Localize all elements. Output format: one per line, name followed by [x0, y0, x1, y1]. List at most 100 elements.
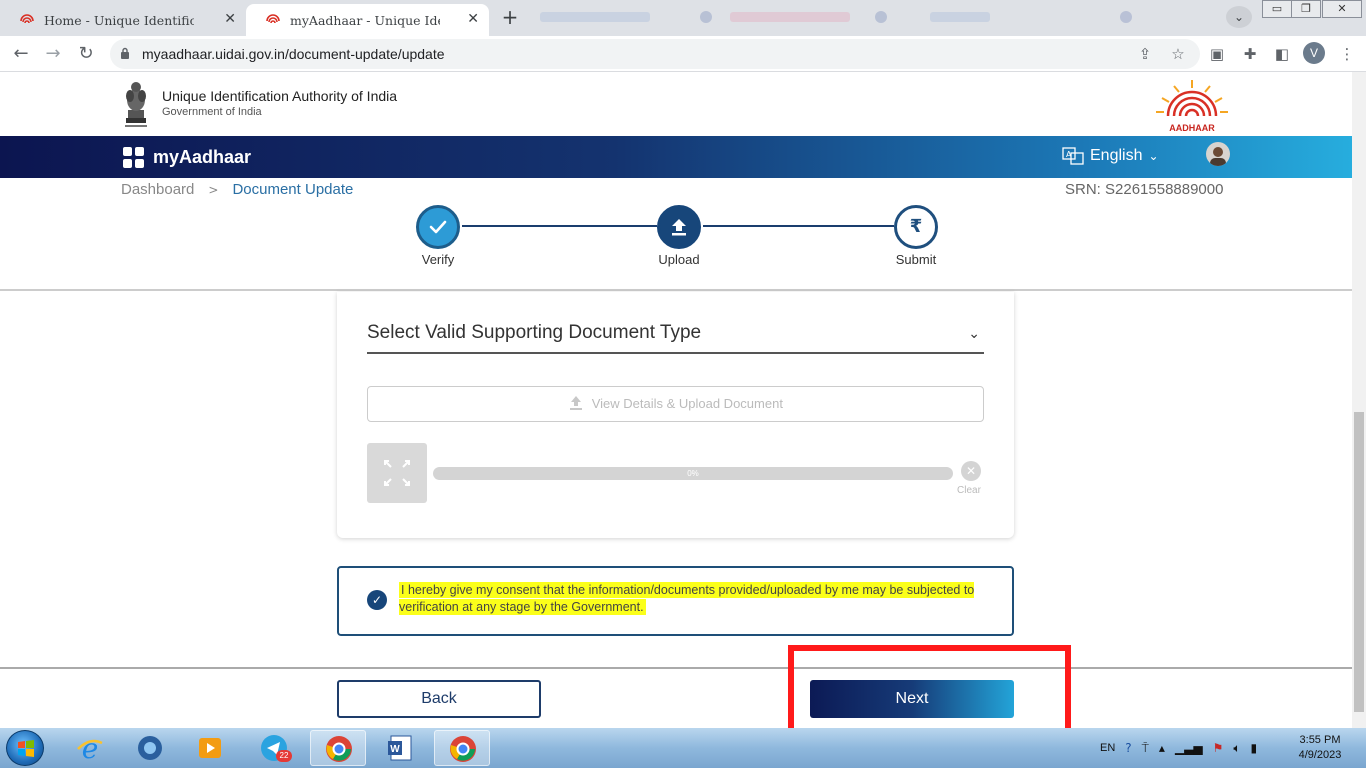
language-label: English: [1090, 147, 1143, 164]
tab-myaadhaar[interactable]: myAadhaar - Unique Identificatio ✕: [246, 4, 489, 36]
show-hidden-icons-icon[interactable]: ▴: [1159, 741, 1165, 755]
address-bar[interactable]: myaadhaar.uidai.gov.in/document-update/u…: [110, 39, 1200, 69]
stepper-connector: [462, 225, 657, 227]
svg-text:A: A: [1066, 150, 1072, 159]
taskbar-media-center[interactable]: [122, 730, 178, 766]
bookmark-star-icon[interactable]: ☆: [1168, 44, 1188, 64]
consent-text: I hereby give my consent that the inform…: [399, 582, 989, 616]
start-button[interactable]: [6, 730, 44, 766]
upload-document-button[interactable]: View Details & Upload Document: [367, 386, 984, 422]
upload-button-label: View Details & Upload Document: [591, 396, 783, 411]
system-clock[interactable]: 3:55 PM 4/9/2023: [1290, 733, 1350, 763]
breadcrumb-dashboard[interactable]: Dashboard: [121, 181, 194, 198]
app-bar: myAadhaar A English ⌄: [0, 136, 1366, 178]
share-icon[interactable]: ⇪: [1135, 44, 1155, 64]
taskbar-word[interactable]: W: [372, 730, 428, 766]
screenshot-extension-icon[interactable]: ▣: [1207, 44, 1227, 64]
aadhaar-logo-text: AADHAAR: [1169, 123, 1215, 133]
windows-logo-icon: [18, 740, 34, 757]
consent-box: ✓ I hereby give my consent that the info…: [337, 566, 1014, 636]
service-request-number: SRN: S2261558889000: [1065, 181, 1224, 198]
section-divider: [0, 289, 1352, 291]
word-icon: W: [388, 735, 412, 761]
usb-icon[interactable]: ⍑: [1142, 741, 1149, 756]
document-type-select[interactable]: Select Valid Supporting Document Type ⌄: [367, 320, 984, 354]
chevron-right-icon: >: [208, 182, 219, 197]
step-submit: ₹: [894, 205, 938, 249]
chrome-icon: [326, 736, 352, 762]
step-label-submit: Submit: [895, 252, 937, 267]
chevron-down-icon: ⌄: [968, 326, 980, 342]
extensions-puzzle-icon[interactable]: ✚: [1240, 44, 1260, 64]
translate-icon: A: [1062, 147, 1084, 165]
clear-icon[interactable]: ✕: [961, 461, 981, 481]
forward-arrow-icon[interactable]: →: [40, 41, 66, 67]
internet-explorer-icon: e: [77, 733, 103, 763]
rupee-icon: ₹: [909, 216, 923, 237]
step-verify: [416, 205, 460, 249]
action-center-flag-icon[interactable]: ⚑: [1213, 741, 1224, 755]
clock-date: 4/9/2023: [1298, 749, 1342, 761]
breadcrumb-document-update: Document Update: [232, 181, 354, 198]
consent-checkbox[interactable]: ✓: [367, 590, 387, 610]
scrollbar-thumb[interactable]: [1354, 412, 1364, 712]
browser-tab-strip: Home - Unique Identification Au ✕ myAadh…: [0, 0, 1366, 36]
taskbar-chrome[interactable]: [310, 730, 366, 766]
notification-badge: 22: [276, 750, 292, 762]
taskbar-internet-explorer[interactable]: e: [62, 730, 118, 766]
side-panel-icon[interactable]: ◧: [1272, 44, 1292, 64]
document-preview-thumbnail: [367, 443, 427, 503]
signal-icon[interactable]: ▁▃▅: [1175, 741, 1203, 755]
browser-toolbar: ← → ↻ myaadhaar.uidai.gov.in/document-up…: [0, 36, 1366, 72]
media-player-icon: [199, 738, 221, 758]
tab-home[interactable]: Home - Unique Identification Au ✕: [0, 4, 246, 36]
aadhaar-fingerprint-icon: [20, 14, 34, 24]
background-tabs: [530, 8, 1190, 28]
restore-icon[interactable]: ❐: [1291, 0, 1321, 18]
input-language[interactable]: EN: [1100, 742, 1115, 754]
clear-label[interactable]: Clear: [957, 485, 981, 496]
national-emblem-icon: [125, 82, 147, 127]
stepper-connector: [703, 225, 894, 227]
battery-icon[interactable]: ▮: [1251, 741, 1258, 755]
gov-name: Government of India: [162, 106, 262, 118]
more-menu-icon[interactable]: ⋮: [1337, 44, 1357, 64]
org-name: Unique Identification Authority of India: [162, 88, 398, 104]
profile-avatar[interactable]: V: [1303, 42, 1325, 64]
lock-icon: [121, 47, 129, 59]
media-center-icon: [138, 736, 162, 760]
app-name[interactable]: myAadhaar: [153, 147, 251, 168]
back-arrow-icon[interactable]: ←: [8, 41, 34, 67]
svg-text:e: e: [82, 733, 99, 763]
volume-icon[interactable]: 🔈︎: [1233, 741, 1240, 756]
tab-title: myAadhaar - Unique Identificatio: [290, 12, 440, 28]
site-header: Unique Identification Authority of India…: [0, 72, 1366, 136]
page-scrollbar[interactable]: [1352, 72, 1366, 728]
user-avatar[interactable]: [1206, 142, 1230, 166]
back-button[interactable]: Back: [337, 680, 541, 718]
help-icon[interactable]: ?: [1125, 741, 1131, 755]
checkmark-icon: [429, 220, 447, 234]
aadhaar-logo: AADHAAR: [1156, 80, 1228, 133]
expand-icon: [384, 460, 410, 486]
close-icon[interactable]: ✕: [467, 11, 479, 27]
close-icon[interactable]: ✕: [224, 11, 236, 27]
document-upload-card: Select Valid Supporting Document Type ⌄ …: [337, 292, 1014, 538]
chevron-down-icon: ⌄: [1148, 149, 1159, 163]
chevron-down-icon[interactable]: ⌄: [1226, 6, 1252, 28]
footer-divider: [0, 667, 1352, 669]
language-selector[interactable]: A English ⌄: [1062, 147, 1159, 165]
taskbar-media-player[interactable]: [182, 730, 238, 766]
reload-icon[interactable]: ↻: [73, 41, 99, 67]
app-grid-icon[interactable]: [122, 146, 146, 170]
taskbar-chrome-profile[interactable]: [434, 730, 490, 766]
minimize-icon[interactable]: ▭: [1262, 0, 1292, 18]
document-type-placeholder: Select Valid Supporting Document Type: [367, 322, 702, 343]
upload-arrow-icon: [672, 219, 686, 236]
system-tray: EN ? ⍑ ▴ ▁▃▅ ⚑ 🔈︎ ▮: [1095, 728, 1262, 768]
window-close-icon[interactable]: ✕: [1322, 0, 1362, 18]
new-tab-button[interactable]: +: [498, 6, 522, 30]
upload-progress-bar: 0%: [433, 467, 953, 480]
step-label-upload: Upload: [658, 252, 700, 267]
taskbar-telegram[interactable]: 22: [246, 730, 302, 766]
